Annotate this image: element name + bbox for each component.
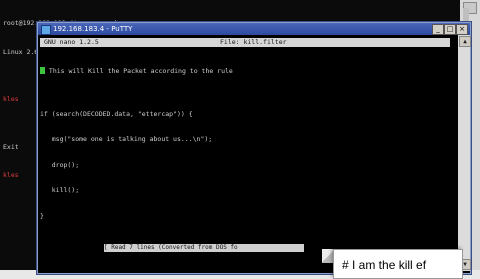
nano-version: GNU nano 1.2.5 bbox=[44, 38, 99, 46]
code-line: kill(); bbox=[40, 186, 80, 194]
code-line: drop(); bbox=[40, 160, 80, 169]
putty-window[interactable]: 192.168.183.4 - PuTTY _ □ × GNU nano 1.2… bbox=[37, 22, 471, 274]
nano-header-bar: GNU nano 1.2.5 File: kill.filter bbox=[40, 38, 450, 47]
annotation-note: # I am the kill ef bbox=[333, 249, 463, 279]
nano-file-label: File: kill.filter bbox=[220, 38, 287, 46]
code-line: msg("some one is talking about us...\n")… bbox=[40, 135, 213, 143]
editor-area[interactable]: This will Kill the Packet according to t… bbox=[40, 50, 450, 260]
putty-icon bbox=[41, 25, 51, 35]
code-line: if (search(DECODED.data, "ettercap")) { bbox=[40, 109, 193, 118]
maximize-button[interactable]: □ bbox=[444, 24, 456, 35]
scroll-up-arrow-icon[interactable]: ▲ bbox=[459, 36, 471, 47]
vertical-scrollbar[interactable]: ▲ ▼ bbox=[458, 35, 471, 271]
code-line: } bbox=[40, 211, 44, 220]
nano-status-line: [ Read 7 lines (Converted from DOS fo bbox=[104, 244, 304, 252]
title-bar[interactable]: 192.168.183.4 - PuTTY _ □ × bbox=[38, 23, 470, 35]
code-line: This will Kill the Packet according to t… bbox=[40, 67, 450, 76]
minimize-button[interactable]: _ bbox=[432, 24, 444, 35]
close-button[interactable]: × bbox=[456, 24, 468, 35]
window-title: 192.168.183.4 - PuTTY bbox=[53, 25, 133, 33]
